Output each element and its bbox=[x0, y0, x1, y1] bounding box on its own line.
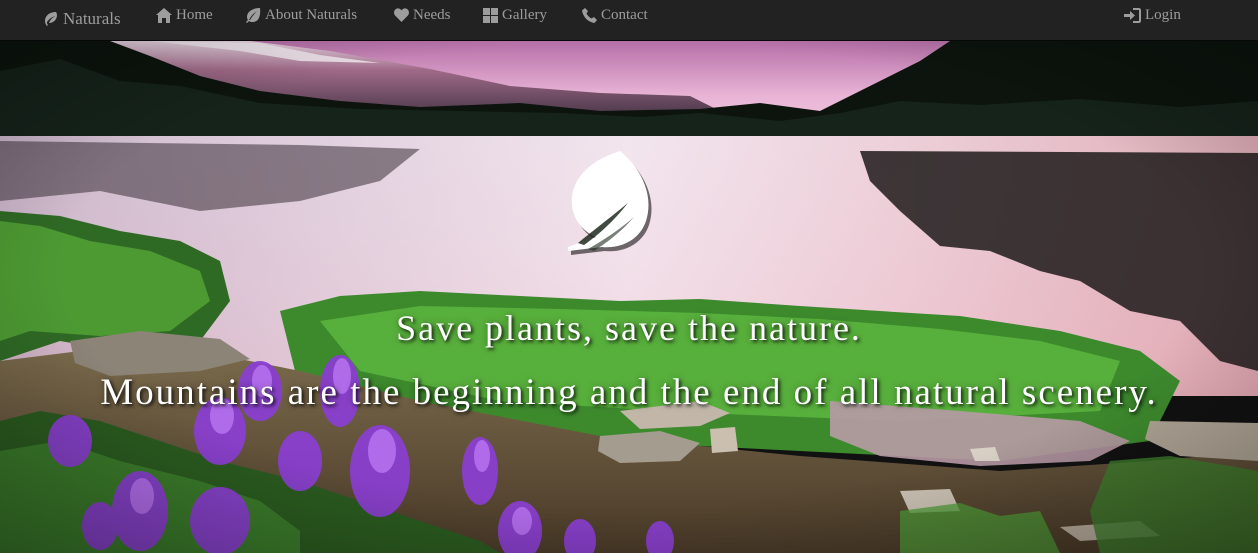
nav-needs[interactable]: Needs bbox=[394, 0, 451, 30]
leaf-logo-icon bbox=[43, 11, 59, 27]
login-icon bbox=[1124, 7, 1141, 23]
leaf-icon bbox=[245, 7, 261, 23]
nav-needs-label: Needs bbox=[413, 6, 451, 23]
nav-about-label: About Naturals bbox=[265, 6, 358, 23]
nav-gallery-label: Gallery bbox=[502, 6, 547, 23]
brand-link[interactable]: Naturals bbox=[43, 4, 121, 34]
nav-home-label: Home bbox=[176, 6, 213, 23]
leaf-emblem-icon bbox=[568, 151, 652, 255]
top-navbar: Naturals Home About Naturals Needs Galle… bbox=[0, 0, 1258, 41]
hero-section: Save plants, save the nature. Mountains … bbox=[0, 41, 1258, 553]
home-icon bbox=[156, 7, 172, 23]
phone-icon bbox=[582, 7, 597, 23]
heart-icon bbox=[394, 8, 409, 22]
nav-home[interactable]: Home bbox=[156, 0, 213, 30]
grid-icon bbox=[483, 7, 498, 23]
nav-about[interactable]: About Naturals bbox=[245, 0, 357, 30]
nav-login[interactable]: Login bbox=[1124, 0, 1181, 30]
nav-login-label: Login bbox=[1145, 6, 1181, 23]
hero-tagline: Save plants, save the nature. bbox=[396, 308, 862, 348]
nav-contact-label: Contact bbox=[601, 6, 648, 23]
hero-landscape-image bbox=[0, 41, 1258, 553]
nav-contact[interactable]: Contact bbox=[582, 0, 648, 30]
brand-label: Naturals bbox=[63, 9, 121, 28]
hero-subtitle: Mountains are the beginning and the end … bbox=[100, 372, 1158, 413]
nav-gallery[interactable]: Gallery bbox=[483, 0, 547, 30]
